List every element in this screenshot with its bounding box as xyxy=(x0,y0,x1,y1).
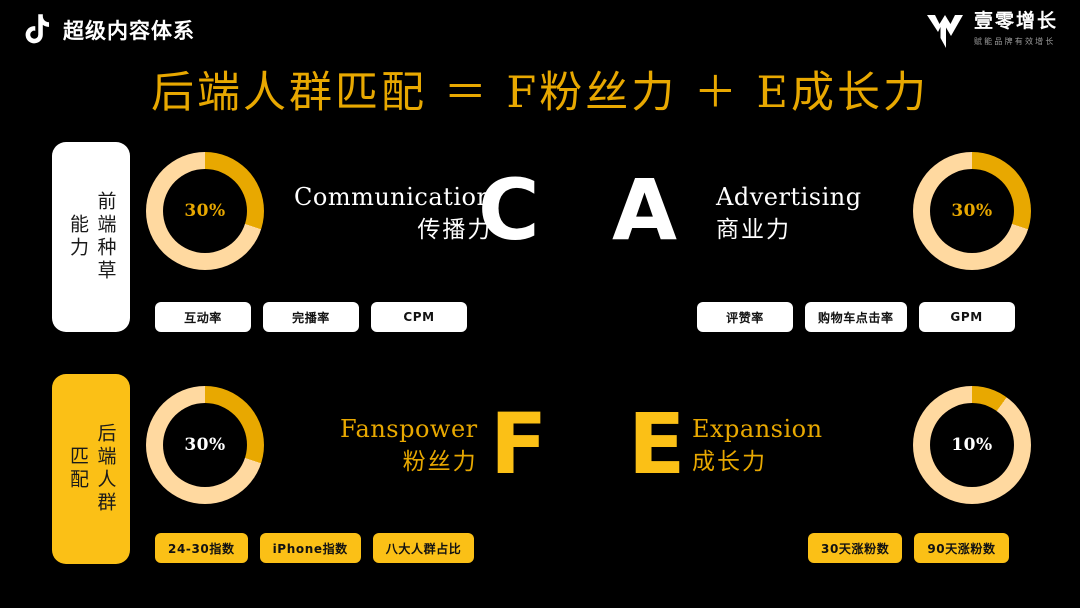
block-label-expansion: Expansion 成长力 xyxy=(692,412,823,479)
block-label-fanspower: Fanspower 粉丝力 xyxy=(340,412,478,479)
big-letter-a: A xyxy=(612,161,678,259)
block-label-communication: Communication 传播力 xyxy=(294,180,492,247)
block-cn-fanspower: 粉丝力 xyxy=(402,449,478,476)
tag-item[interactable]: CPM xyxy=(371,302,467,332)
panel-back-end-label: 后端人群匹配 xyxy=(67,423,117,515)
tag-row-fanspower: 24-30指数 iPhone指数 八大人群占比 xyxy=(155,533,475,563)
tag-item[interactable]: 90天涨粉数 xyxy=(914,533,1009,563)
tag-item[interactable]: 完播率 xyxy=(263,302,359,332)
block-en-expansion: Expansion xyxy=(692,415,823,443)
big-letter-f: F xyxy=(490,395,548,493)
brand-name: 壹零增长 xyxy=(973,10,1058,33)
block-en-advertising: Advertising xyxy=(716,183,862,211)
block-cn-expansion: 成长力 xyxy=(692,449,767,476)
block-en-communication: Communication xyxy=(294,183,493,211)
block-cn-communication: 传播力 xyxy=(417,217,493,244)
slide-canvas: 超级内容体系 壹零增长 赋能品牌有效增长 后端人群匹配 ＝ F粉丝力 ＋ E成长… xyxy=(0,0,1080,608)
tag-item[interactable]: 24-30指数 xyxy=(155,533,248,563)
panel-front-end-capability: 前端种草能力 xyxy=(52,142,130,332)
block-en-fanspower: Fanspower xyxy=(340,415,478,443)
donut-communication: 30% xyxy=(146,152,264,270)
tag-item[interactable]: 互动率 xyxy=(155,302,251,332)
tag-row-communication: 互动率 完播率 CPM xyxy=(155,302,467,332)
tag-item[interactable]: GPM xyxy=(918,302,1015,332)
tiktok-music-note-icon xyxy=(25,14,50,44)
tag-row-expansion: 30天涨粉数 90天涨粉数 xyxy=(808,533,1009,563)
big-letter-e: E xyxy=(628,395,686,493)
donut-hole: 30% xyxy=(163,403,247,487)
panel-back-end-matching: 后端人群匹配 xyxy=(52,374,130,564)
tag-item[interactable]: 评赞率 xyxy=(697,302,793,332)
donut-percent-label: 30% xyxy=(951,201,993,221)
tag-item[interactable]: 购物车点击率 xyxy=(805,302,907,332)
page-title: 超级内容体系 xyxy=(63,18,195,43)
brand-logo: 壹零增长 赋能品牌有效增长 xyxy=(925,10,1058,48)
donut-percent-label: 10% xyxy=(951,435,993,455)
main-title: 后端人群匹配 ＝ F粉丝力 ＋ E成长力 xyxy=(151,68,929,118)
brand-tagline: 赋能品牌有效增长 xyxy=(973,36,1056,46)
block-cn-advertising: 商业力 xyxy=(716,217,791,244)
brand-text: 壹零增长 赋能品牌有效增长 xyxy=(973,10,1058,47)
tag-item[interactable]: 30天涨粉数 xyxy=(808,533,903,563)
header-left: 超级内容体系 xyxy=(24,14,195,46)
donut-advertising: 30% xyxy=(913,152,1031,270)
donut-expansion: 10% xyxy=(913,386,1031,504)
big-letter-c: C xyxy=(478,161,540,259)
donut-hole: 30% xyxy=(163,169,247,253)
tag-item[interactable]: 八大人群占比 xyxy=(372,533,475,563)
block-label-advertising: Advertising 商业力 xyxy=(716,180,862,247)
tag-row-advertising: 评赞率 购物车点击率 GPM xyxy=(697,302,1015,332)
donut-fanspower: 30% xyxy=(146,386,264,504)
donut-hole: 30% xyxy=(930,169,1014,253)
panel-front-end-label: 前端种草能力 xyxy=(67,191,117,283)
tag-item[interactable]: iPhone指数 xyxy=(259,533,361,563)
donut-percent-label: 30% xyxy=(184,435,226,455)
yiling-chevron-logo-icon xyxy=(926,15,963,48)
donut-hole: 10% xyxy=(930,403,1014,487)
donut-percent-label: 30% xyxy=(184,201,226,221)
